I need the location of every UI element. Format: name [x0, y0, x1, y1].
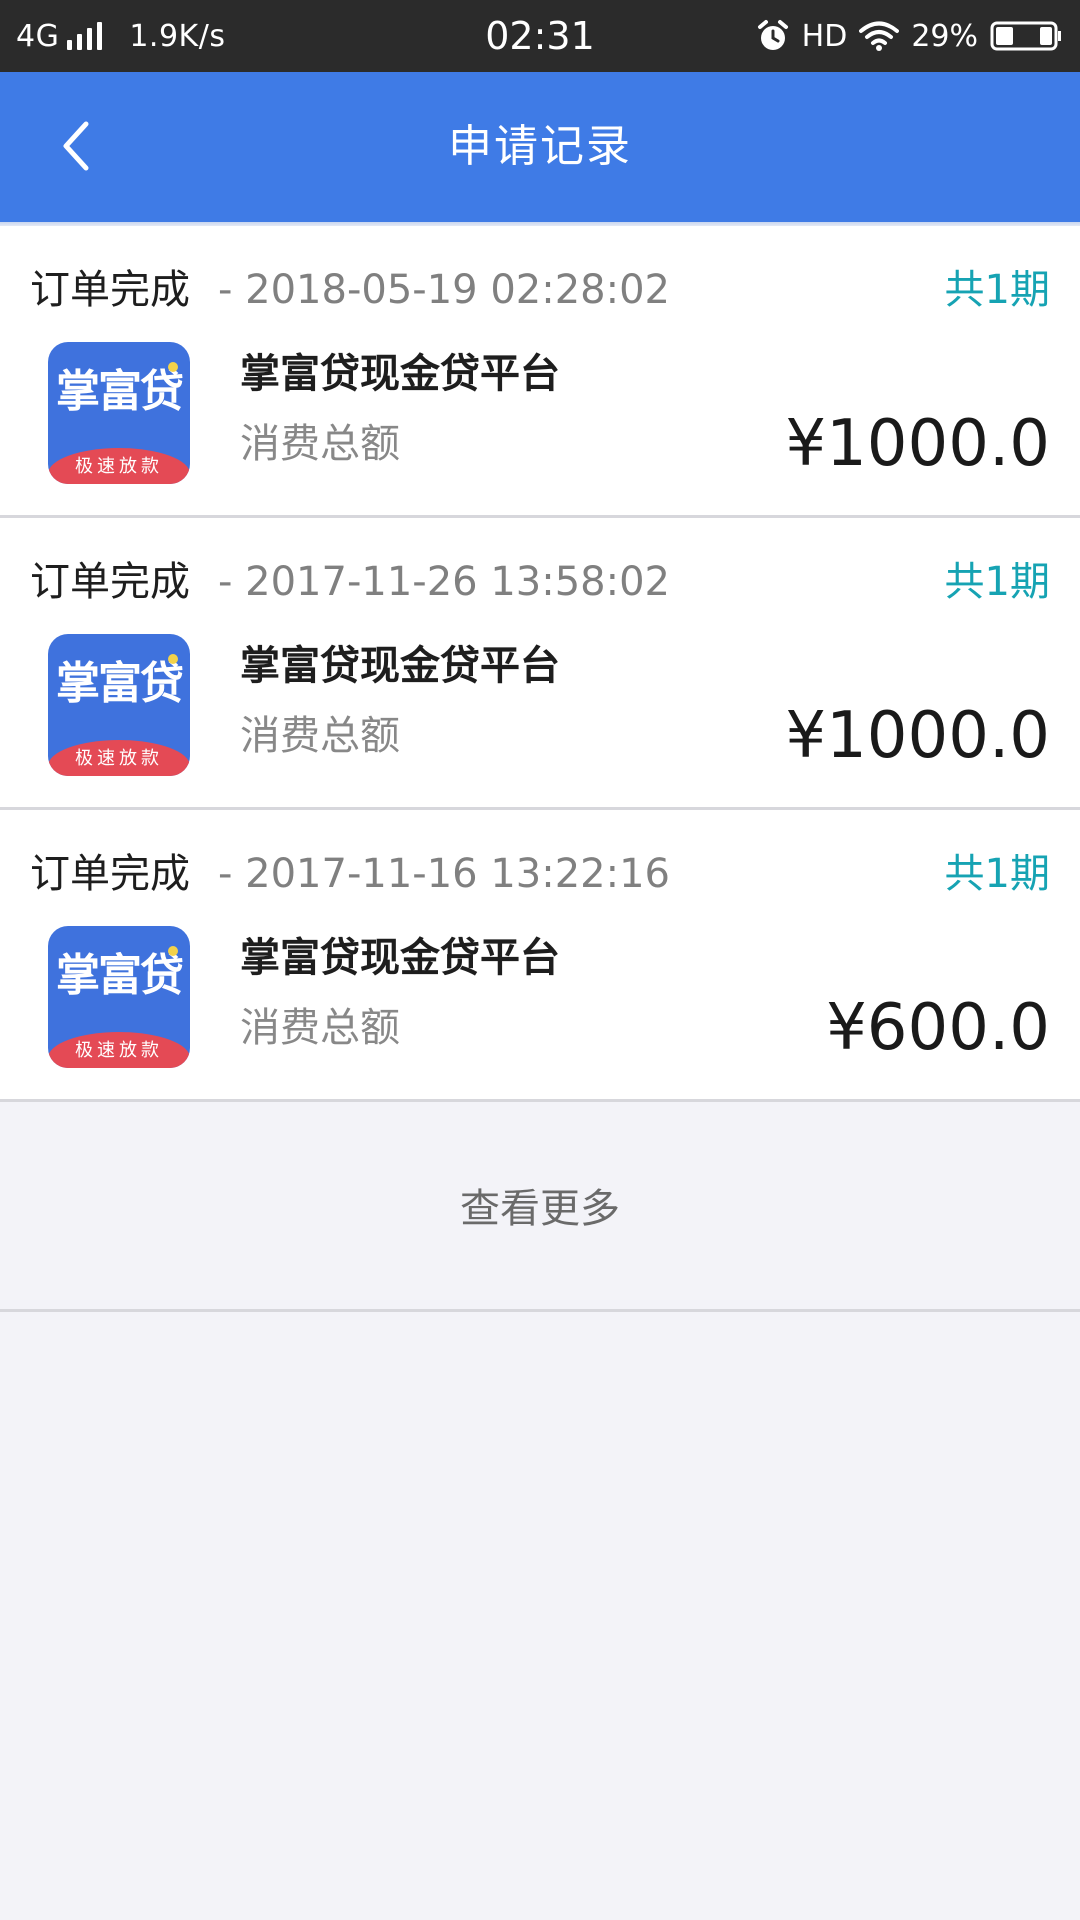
- app-logo: 掌富贷 极速放款: [48, 634, 190, 776]
- amount-value: ¥1000.0: [785, 407, 1050, 481]
- battery-icon: [990, 20, 1062, 52]
- logo-banner: 极速放款: [48, 740, 190, 776]
- order-time: - 2017-11-26 13:58:02: [218, 559, 670, 605]
- amount-value: ¥600.0: [826, 991, 1050, 1065]
- app-logo: 掌富贷 极速放款: [48, 342, 190, 484]
- page-title: 申请记录: [448, 121, 632, 172]
- platform-name: 掌富贷现金贷平台: [240, 351, 560, 397]
- logo-dot-icon: [168, 946, 178, 956]
- order-card[interactable]: 订单完成 - 2018-05-19 02:28:02 共1期 掌富贷 极速放款 …: [0, 226, 1080, 518]
- order-periods: 共1期: [944, 559, 1050, 605]
- order-status: 订单完成: [30, 559, 190, 605]
- order-periods: 共1期: [944, 851, 1050, 897]
- amount-label: 消费总额: [240, 421, 400, 467]
- battery-percent: 29%: [911, 18, 978, 54]
- app-header: 申请记录: [0, 72, 1080, 222]
- logo-text: 掌富贷: [56, 658, 184, 709]
- order-status: 订单完成: [30, 267, 190, 313]
- amount-label: 消费总额: [240, 713, 400, 759]
- order-status: 订单完成: [30, 851, 190, 897]
- app-logo: 掌富贷 极速放款: [48, 926, 190, 1068]
- logo-text: 掌富贷: [56, 366, 184, 417]
- order-periods: 共1期: [944, 267, 1050, 313]
- order-card[interactable]: 订单完成 - 2017-11-26 13:58:02 共1期 掌富贷 极速放款 …: [0, 518, 1080, 810]
- platform-name: 掌富贷现金贷平台: [240, 643, 560, 689]
- load-more-button[interactable]: 查看更多: [0, 1106, 1080, 1312]
- logo-dot-icon: [168, 654, 178, 664]
- logo-dot-icon: [168, 362, 178, 372]
- order-card[interactable]: 订单完成 - 2017-11-16 13:22:16 共1期 掌富贷 极速放款 …: [0, 810, 1080, 1102]
- alarm-clock-icon: [756, 19, 790, 53]
- order-time: - 2017-11-16 13:22:16: [218, 851, 670, 897]
- logo-banner: 极速放款: [48, 1032, 190, 1068]
- platform-name: 掌富贷现金贷平台: [240, 935, 560, 981]
- amount-value: ¥1000.0: [785, 699, 1050, 773]
- wifi-icon: [859, 20, 900, 52]
- status-right: HD 29%: [756, 0, 1062, 72]
- logo-banner: 极速放款: [48, 448, 190, 484]
- order-list: 订单完成 - 2018-05-19 02:28:02 共1期 掌富贷 极速放款 …: [0, 226, 1080, 1102]
- status-bar: 4G 1.9K/s 02:31 HD 29%: [0, 0, 1080, 72]
- hd-indicator: HD: [801, 18, 848, 54]
- amount-label: 消费总额: [240, 1005, 400, 1051]
- order-time: - 2018-05-19 02:28:02: [218, 267, 670, 313]
- logo-text: 掌富贷: [56, 950, 184, 1001]
